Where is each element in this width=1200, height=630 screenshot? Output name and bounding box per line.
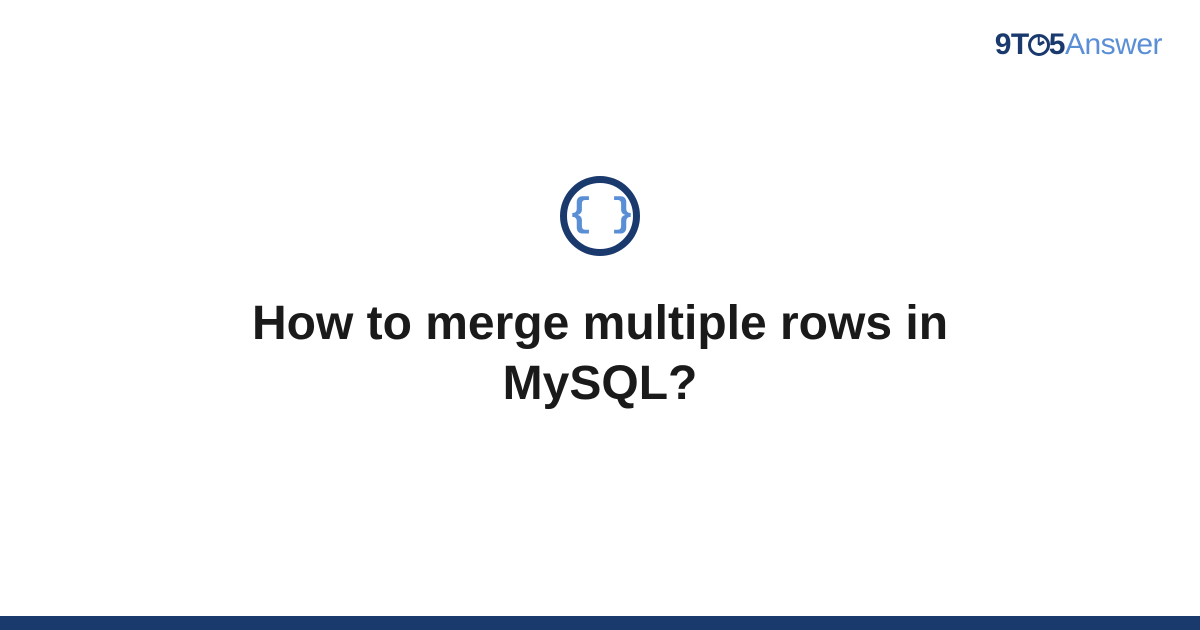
question-title: How to merge multiple rows in MySQL? (150, 294, 1050, 414)
category-badge: { } (560, 176, 640, 256)
footer-accent-bar (0, 616, 1200, 630)
main-content: { } How to merge multiple rows in MySQL? (0, 0, 1200, 630)
code-braces-icon: { } (568, 196, 631, 236)
